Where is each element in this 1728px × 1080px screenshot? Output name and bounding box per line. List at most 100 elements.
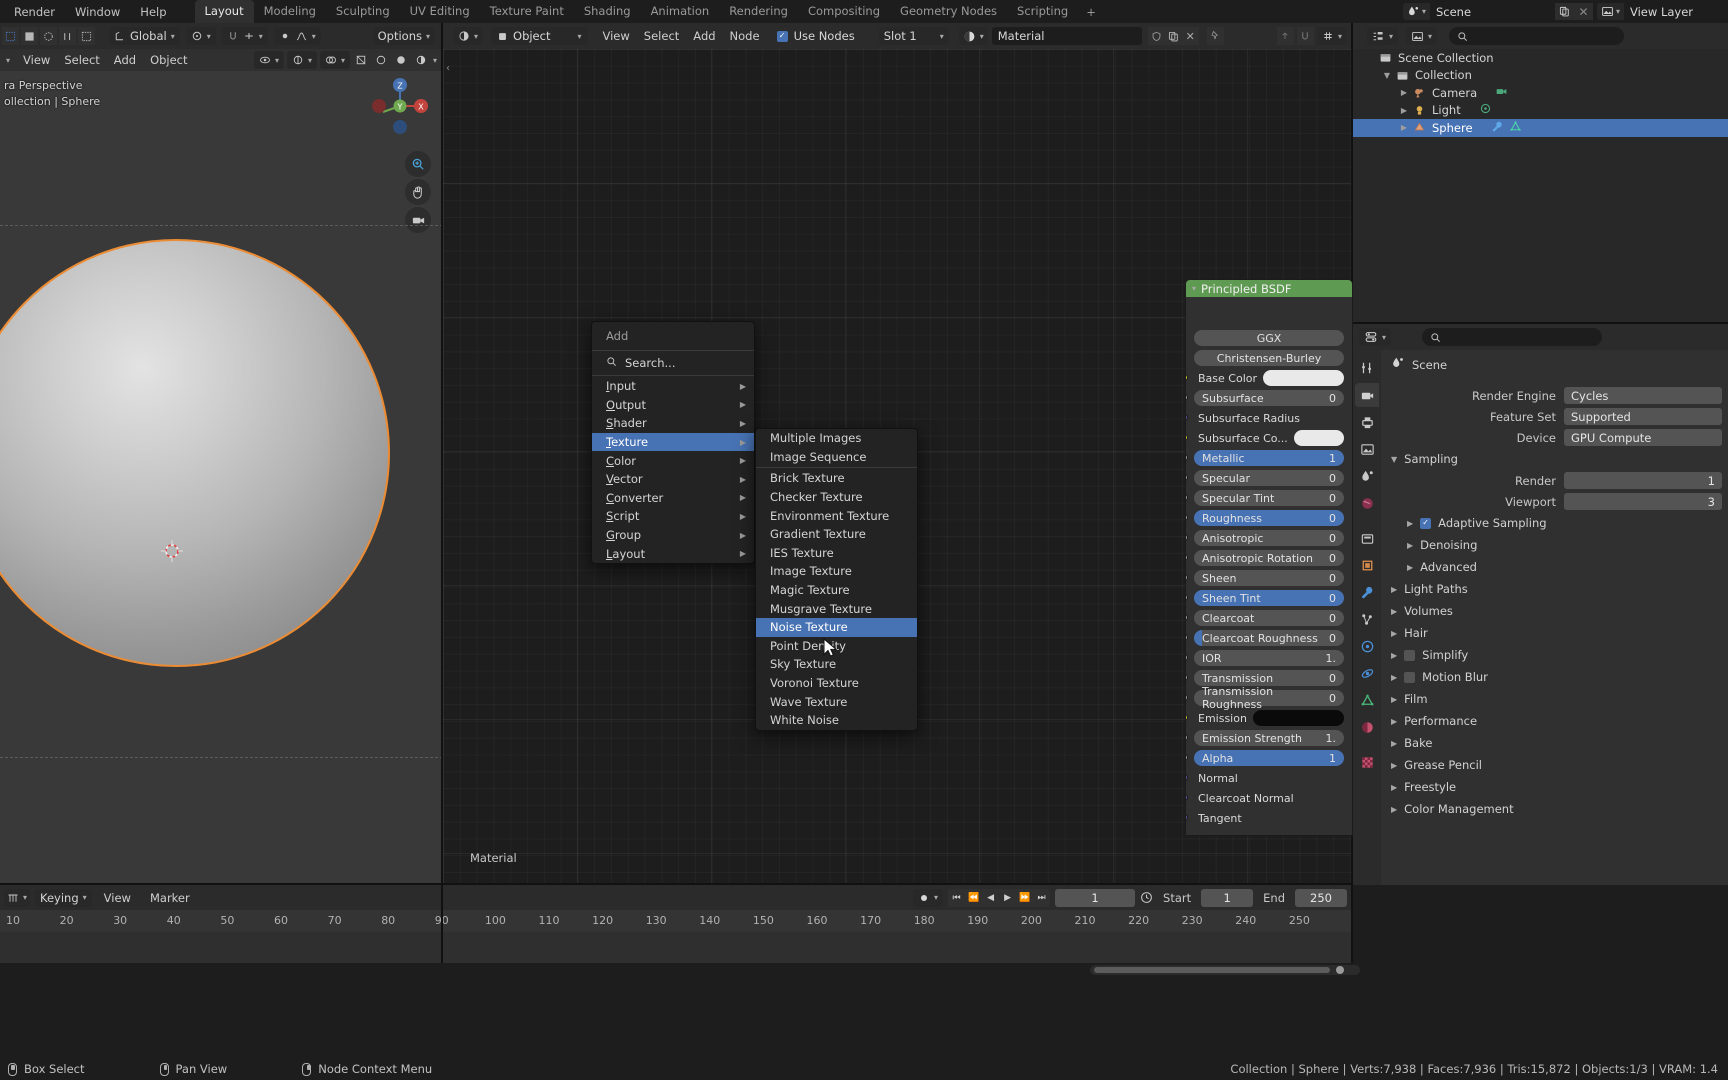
play-reverse-button[interactable]: ◀ bbox=[982, 889, 999, 907]
shader-sidebar-toggle[interactable]: ‹ bbox=[446, 63, 450, 74]
triangle-right-icon[interactable]: ▶ bbox=[1391, 607, 1397, 616]
workspace-tab-scripting[interactable]: Scripting bbox=[1007, 0, 1078, 23]
texture-submenu-item-wave-texture[interactable]: Wave Texture bbox=[756, 692, 917, 711]
node-input-field[interactable]: Specular Tint 0 bbox=[1194, 490, 1344, 506]
tab-output-icon[interactable] bbox=[1355, 410, 1379, 434]
editor-type-dropdown[interactable]: ▾ bbox=[453, 27, 484, 45]
texture-submenu-item-magic-texture[interactable]: Magic Texture bbox=[756, 581, 917, 600]
horizontal-scrollbar[interactable] bbox=[1090, 965, 1360, 975]
outliner-row-light[interactable]: ▶ Light bbox=[1353, 102, 1728, 120]
outliner-row-collection[interactable]: ▼ Collection bbox=[1353, 67, 1728, 85]
outliner-row-camera[interactable]: ▶ Camera bbox=[1353, 84, 1728, 102]
node-socket-gray-icon[interactable] bbox=[1186, 454, 1188, 461]
section-grease-pencil[interactable]: ▶ Grease Pencil bbox=[1381, 754, 1728, 776]
outliner-display-mode-dropdown[interactable]: ▾ bbox=[1367, 27, 1399, 45]
section-motion-blur[interactable]: ▶ Motion Blur bbox=[1381, 666, 1728, 688]
properties-body[interactable]: Scene Render Engine Cycles Feature Set Supp… bbox=[1381, 350, 1728, 885]
section-checkbox[interactable]: ✓ bbox=[1420, 517, 1432, 529]
workspace-tab-rendering[interactable]: Rendering bbox=[719, 0, 798, 23]
light-data-icon[interactable] bbox=[1479, 102, 1492, 118]
node-socket-gray-icon[interactable] bbox=[1186, 394, 1188, 401]
node-color-swatch[interactable] bbox=[1293, 430, 1344, 446]
shader-menu-view[interactable]: View bbox=[596, 27, 637, 45]
workspace-tab-uv-editing[interactable]: UV Editing bbox=[400, 0, 480, 23]
tab-tool-icon[interactable] bbox=[1355, 356, 1379, 380]
viewport-menu-view[interactable]: View bbox=[16, 51, 57, 69]
snap-dropdown[interactable]: ▾ bbox=[221, 27, 268, 45]
outliner[interactable]: Scene Collection ▼ Collection ▶ Camera ▶ Light… bbox=[1353, 49, 1728, 324]
texture-submenu-item-gradient-texture[interactable]: Gradient Texture bbox=[756, 525, 917, 544]
section-checkbox[interactable] bbox=[1404, 649, 1416, 661]
scene-icon[interactable]: ▾ bbox=[1402, 3, 1430, 20]
tab-physics-icon[interactable] bbox=[1355, 634, 1379, 658]
next-keyframe-button[interactable]: ⏩ bbox=[1016, 889, 1033, 907]
texture-submenu-item-environment-texture[interactable]: Environment Texture bbox=[756, 506, 917, 525]
node-color-swatch[interactable] bbox=[1252, 710, 1344, 726]
sampling-viewport-value[interactable]: 3 bbox=[1564, 493, 1722, 510]
property-value[interactable]: Cycles bbox=[1564, 387, 1722, 404]
pin-icon[interactable] bbox=[1206, 27, 1224, 45]
proportional-node-icon[interactable] bbox=[1296, 27, 1314, 45]
node-socket-gray-icon[interactable] bbox=[1186, 534, 1188, 541]
viewport-visibility-dropdown[interactable]: ▾ bbox=[253, 51, 284, 69]
jump-to-start-button[interactable]: ⏮ bbox=[948, 889, 965, 907]
section-film[interactable]: ▶ Film bbox=[1381, 688, 1728, 710]
timeline-ruler[interactable]: 1020304050607080901001101201301401501601… bbox=[0, 910, 1353, 932]
node-socket-gray-icon[interactable] bbox=[1186, 494, 1188, 501]
node-socket-gray-icon[interactable] bbox=[1186, 474, 1188, 481]
tab-scene-icon[interactable] bbox=[1355, 464, 1379, 488]
snap-node-parent-icon[interactable] bbox=[1276, 27, 1294, 45]
shader-menu-add[interactable]: Add bbox=[686, 27, 722, 45]
triangle-right-icon[interactable]: ▶ bbox=[1391, 739, 1397, 748]
node-input-field[interactable]: Roughness 0 bbox=[1194, 510, 1344, 526]
editor-divider[interactable] bbox=[441, 23, 443, 963]
add-menu-item-converter[interactable]: Converter ▶ bbox=[592, 489, 754, 508]
workspace-tab-animation[interactable]: Animation bbox=[641, 0, 720, 23]
tab-texture-icon[interactable] bbox=[1355, 750, 1379, 774]
unlink-material-icon[interactable]: ✕ bbox=[1181, 27, 1199, 45]
navigation-gizmo[interactable]: Z X Y bbox=[369, 75, 431, 137]
expander-closed-icon[interactable]: ▶ bbox=[1397, 106, 1411, 115]
current-frame-field[interactable]: 1 bbox=[1055, 888, 1136, 907]
viewport-menu-select[interactable]: Select bbox=[57, 51, 106, 69]
viewport-collapse-icon[interactable]: ▾ bbox=[0, 56, 16, 65]
node-socket-gray-icon[interactable] bbox=[1186, 654, 1188, 661]
expander-closed-icon[interactable]: ▶ bbox=[1397, 88, 1411, 97]
move-view-button[interactable] bbox=[405, 179, 431, 205]
texture-submenu[interactable]: Multiple Images Image Sequence Brick Text… bbox=[755, 428, 918, 731]
node-distribution-value[interactable]: GGX bbox=[1194, 330, 1344, 346]
transform-orientation-dropdown[interactable]: Global ▾ bbox=[109, 27, 180, 45]
material-slot-dropdown[interactable]: Slot 1 ▾ bbox=[878, 27, 949, 45]
node-socket-yellow-icon[interactable] bbox=[1186, 374, 1188, 381]
node-header[interactable]: ▾ Principled BSDF bbox=[1186, 280, 1352, 297]
texture-submenu-item-checker-texture[interactable]: Checker Texture bbox=[756, 488, 917, 507]
section-freestyle[interactable]: ▶ Freestyle bbox=[1381, 776, 1728, 798]
tab-object-icon[interactable] bbox=[1355, 553, 1379, 577]
workspace-tab-geometry-nodes[interactable]: Geometry Nodes bbox=[890, 0, 1007, 23]
prev-keyframe-button[interactable]: ⏪ bbox=[965, 889, 982, 907]
node-input-row[interactable]: Sheen Tint 0 bbox=[1186, 589, 1344, 607]
tab-modifier-icon[interactable] bbox=[1355, 580, 1379, 604]
outliner-row-scene-collection[interactable]: Scene Collection bbox=[1353, 49, 1728, 67]
node-socket-gray-icon[interactable] bbox=[1186, 754, 1188, 761]
node-input-row[interactable]: Transmission Roughness 0 bbox=[1186, 685, 1344, 711]
viewport-gizmo-dropdown[interactable]: ▾ bbox=[286, 51, 317, 69]
node-socket-purple-icon[interactable] bbox=[1186, 774, 1188, 781]
auto-keying-toggle[interactable]: ▾ bbox=[913, 888, 944, 907]
workspace-tab-texture-paint[interactable]: Texture Paint bbox=[480, 0, 574, 23]
node-socket-gray-icon[interactable] bbox=[1186, 554, 1188, 561]
section-volumes[interactable]: ▶ Volumes bbox=[1381, 600, 1728, 622]
outliner-filter-dropdown[interactable]: ▾ bbox=[1406, 27, 1438, 45]
timeline-menu-view[interactable]: View bbox=[97, 889, 138, 907]
shading-material-icon[interactable] bbox=[412, 51, 430, 69]
shader-menu-select[interactable]: Select bbox=[637, 27, 686, 45]
node-input-row[interactable]: Clearcoat Normal bbox=[1186, 789, 1344, 807]
section-advanced[interactable]: ▶ Advanced bbox=[1381, 556, 1728, 578]
add-menu-item-texture[interactable]: Texture ▶ bbox=[592, 432, 754, 452]
expander-open-icon[interactable]: ▼ bbox=[1380, 71, 1394, 80]
node-socket-green-icon[interactable] bbox=[1186, 714, 1188, 721]
zoom-view-button[interactable] bbox=[405, 151, 431, 177]
property-value[interactable]: GPU Compute bbox=[1564, 429, 1722, 446]
section-checkbox[interactable] bbox=[1404, 671, 1416, 683]
scene-selector[interactable]: ▾ Scene ✕ bbox=[1402, 3, 1593, 20]
